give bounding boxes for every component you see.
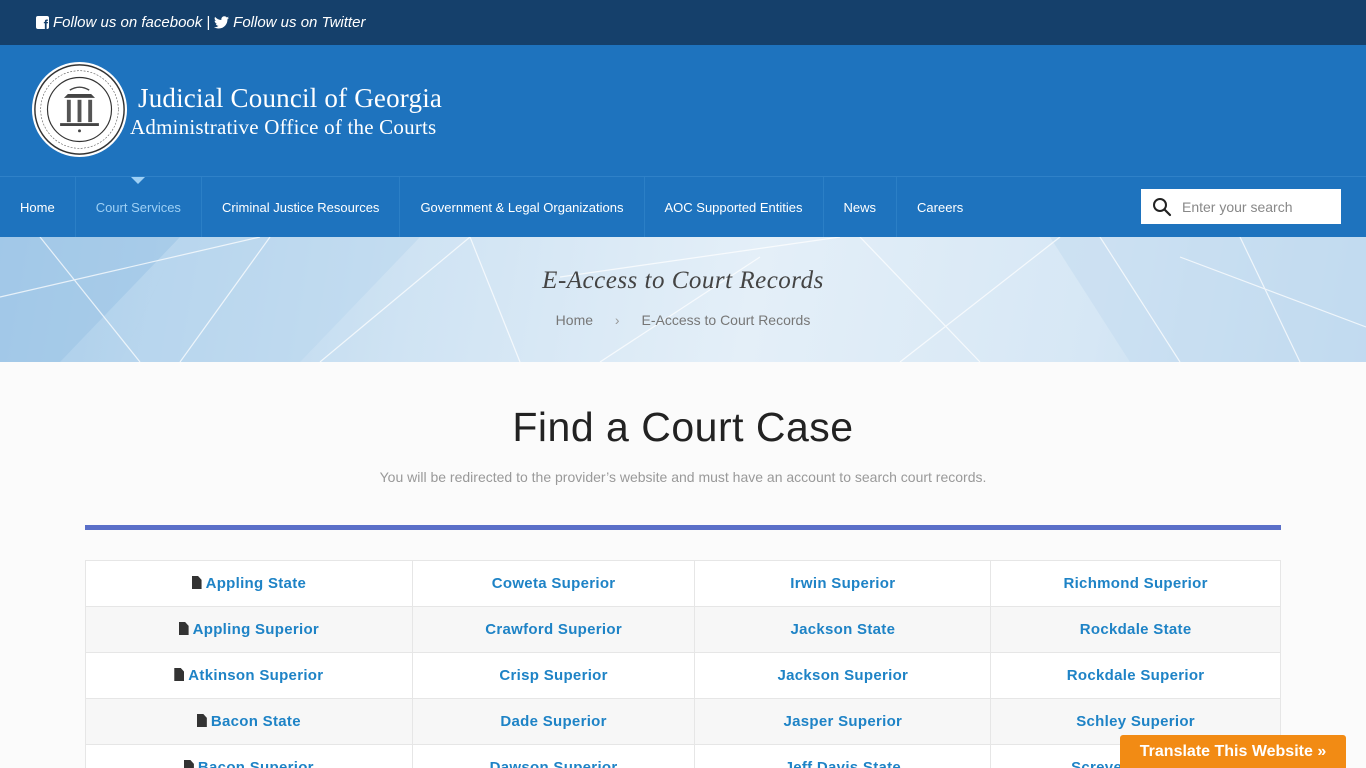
document-icon xyxy=(178,622,189,635)
document-icon xyxy=(196,714,207,727)
court-link[interactable]: Irwin Superior xyxy=(790,575,895,592)
court-cell[interactable]: Appling Superior xyxy=(85,606,413,653)
court-link[interactable]: Jackson State xyxy=(790,621,895,638)
nav-item-court-services[interactable]: Court Services xyxy=(76,177,202,237)
court-cell[interactable]: Irwin Superior xyxy=(694,560,992,607)
court-link[interactable]: Crisp Superior xyxy=(499,667,607,684)
main-nav: Home Court Services Criminal Justice Res… xyxy=(0,176,1366,237)
nav-item-careers[interactable]: Careers xyxy=(897,177,983,237)
court-link[interactable]: Bacon Superior xyxy=(198,759,314,768)
court-cell[interactable]: Coweta Superior xyxy=(411,560,696,607)
twitter-icon xyxy=(214,16,230,29)
court-link[interactable]: Appling State xyxy=(206,575,307,592)
nav-item-news[interactable]: News xyxy=(824,177,898,237)
table-row: Atkinson Superior Crisp Superior Jackson… xyxy=(85,652,1281,699)
table-row: Bacon State Dade Superior Jasper Superio… xyxy=(85,698,1281,745)
court-cell[interactable]: Rockdale Superior xyxy=(990,652,1281,699)
court-cell[interactable]: Jeff Davis State xyxy=(694,744,992,768)
page-title: Find a Court Case xyxy=(512,404,854,450)
court-cell[interactable]: Richmond Superior xyxy=(990,560,1281,607)
courts-table: Appling State Coweta Superior Irwin Supe… xyxy=(85,560,1281,768)
court-cell[interactable]: Crawford Superior xyxy=(411,606,696,653)
court-cell[interactable]: Dade Superior xyxy=(411,698,696,745)
court-link[interactable]: Bacon State xyxy=(211,713,301,730)
facebook-link[interactable]: Follow us on facebook xyxy=(36,14,203,32)
court-link[interactable]: Jeff Davis State xyxy=(785,759,902,768)
court-cell[interactable]: Bacon State xyxy=(85,698,413,745)
twitter-link[interactable]: Follow us on Twitter xyxy=(214,14,365,31)
court-link[interactable]: Richmond Superior xyxy=(1063,575,1207,592)
court-cell[interactable]: Atkinson Superior xyxy=(85,652,413,699)
section-divider xyxy=(85,525,1281,530)
court-link[interactable]: Appling Superior xyxy=(193,621,319,638)
court-cell[interactable]: Crisp Superior xyxy=(411,652,696,699)
breadcrumb-current: E-Access to Court Records xyxy=(641,312,811,328)
site-subtitle[interactable]: Administrative Office of the Courts xyxy=(130,115,436,140)
facebook-label: Follow us on facebook xyxy=(53,14,203,31)
nav-item-home[interactable]: Home xyxy=(0,177,76,237)
court-cell[interactable]: Appling State xyxy=(85,560,413,607)
search-icon[interactable] xyxy=(1152,197,1172,217)
document-icon xyxy=(183,760,194,768)
main-content: Find a Court Case You will be redirected… xyxy=(0,362,1366,768)
banner-background-pattern xyxy=(0,237,1366,362)
court-cell[interactable]: Jackson Superior xyxy=(694,652,992,699)
court-link[interactable]: Rockdale Superior xyxy=(1067,667,1205,684)
facebook-icon xyxy=(36,16,49,32)
translate-website-button[interactable]: Translate This Website » xyxy=(1120,735,1346,768)
breadcrumb-chevron-icon: › xyxy=(614,312,620,328)
court-link[interactable]: Jasper Superior xyxy=(783,713,902,730)
court-cell[interactable]: Jackson State xyxy=(694,606,992,653)
page-banner: E-Access to Court Records Home › E-Acces… xyxy=(0,237,1366,362)
court-cell[interactable]: Rockdale State xyxy=(990,606,1281,653)
court-link[interactable]: Jackson Superior xyxy=(777,667,908,684)
nav-item-criminal-justice-resources[interactable]: Criminal Justice Resources xyxy=(202,177,401,237)
court-cell[interactable]: Jasper Superior xyxy=(694,698,992,745)
nav-item-aoc-supported-entities[interactable]: AOC Supported Entities xyxy=(645,177,824,237)
court-link[interactable]: Rockdale State xyxy=(1080,621,1192,638)
breadcrumb-home[interactable]: Home xyxy=(556,312,593,328)
georgia-seal-logo[interactable] xyxy=(31,61,128,158)
table-row: Appling Superior Crawford Superior Jacks… xyxy=(85,606,1281,653)
search-box xyxy=(1141,189,1341,224)
site-title[interactable]: Judicial Council of Georgia xyxy=(138,83,442,114)
court-cell[interactable]: Dawson Superior xyxy=(411,744,696,768)
court-link[interactable]: Atkinson Superior xyxy=(188,667,323,684)
site-header: Judicial Council of Georgia Administrati… xyxy=(0,45,1366,176)
table-row: Bacon Superior Dawson Superior Jeff Davi… xyxy=(85,744,1281,768)
banner-title: E-Access to Court Records xyxy=(542,267,824,294)
nav-item-government-legal-organizations[interactable]: Government & Legal Organizations xyxy=(400,177,645,237)
page-subtitle: You will be redirected to the provider’s… xyxy=(379,469,987,485)
court-cell[interactable]: Bacon Superior xyxy=(85,744,413,768)
table-row: Appling State Coweta Superior Irwin Supe… xyxy=(85,560,1281,607)
document-icon xyxy=(191,576,202,589)
document-icon xyxy=(174,668,185,681)
twitter-label: Follow us on Twitter xyxy=(233,14,366,31)
social-separator: | xyxy=(206,14,211,31)
top-social-bar: Follow us on facebook | Follow us on Twi… xyxy=(0,0,1366,45)
court-link[interactable]: Coweta Superior xyxy=(492,575,616,592)
court-link[interactable]: Dade Superior xyxy=(500,713,606,730)
social-links: Follow us on facebook | Follow us on Twi… xyxy=(36,14,365,32)
court-link[interactable]: Dawson Superior xyxy=(490,759,618,768)
search-input[interactable] xyxy=(1182,198,1332,215)
court-link[interactable]: Schley Superior xyxy=(1076,713,1195,730)
breadcrumb: Home › E-Access to Court Records xyxy=(0,312,1366,328)
court-link[interactable]: Crawford Superior xyxy=(485,621,622,638)
